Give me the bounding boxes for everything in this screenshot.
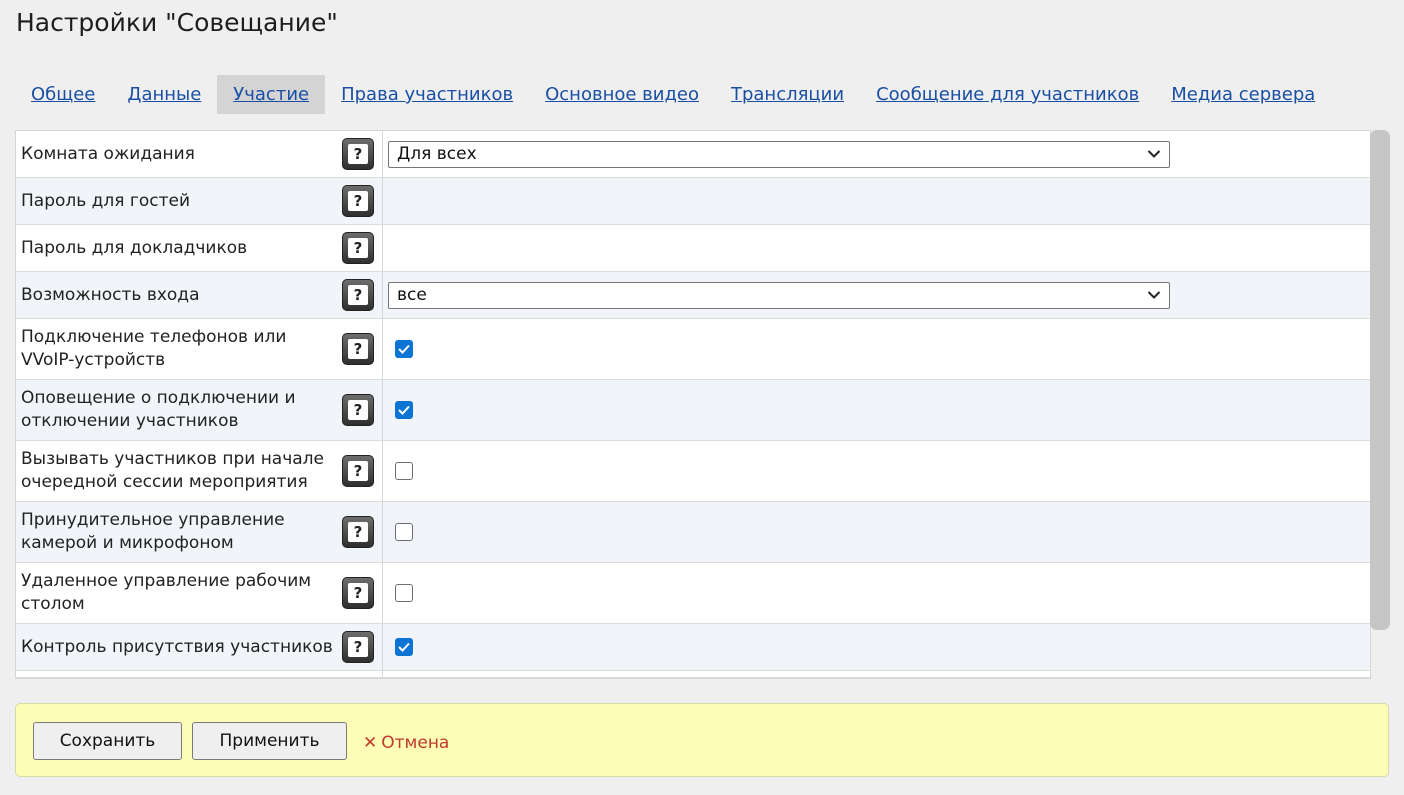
tab-bar: Общее Данные Участие Права участников Ос… <box>15 75 1331 114</box>
setting-row: Удаленное управление рабочим столом? <box>16 563 1370 624</box>
tab-media-servers[interactable]: Медиа сервера <box>1155 75 1331 114</box>
help-cell: ? <box>334 441 383 501</box>
setting-label: Возможность входа <box>21 284 200 305</box>
question-help-icon[interactable]: ? <box>342 455 374 487</box>
help-cell: ? <box>334 272 383 318</box>
setting-checkbox[interactable] <box>395 340 413 358</box>
tab-broadcasts[interactable]: Трансляции <box>715 75 860 114</box>
setting-label: Контроль присутствия участников <box>21 636 333 657</box>
setting-checkbox[interactable] <box>395 584 413 602</box>
setting-value <box>383 502 1370 562</box>
question-help-icon[interactable]: ? <box>342 185 374 217</box>
setting-value <box>383 178 1370 224</box>
setting-value <box>383 380 1370 440</box>
setting-checkbox[interactable] <box>395 638 413 656</box>
help-cell: ? <box>334 380 383 440</box>
question-help-icon[interactable]: ? <box>342 232 374 264</box>
tab-data[interactable]: Данные <box>111 75 217 114</box>
help-cell: ? <box>334 319 383 379</box>
setting-label: Удаленное управление рабочим столом <box>21 571 312 614</box>
setting-value <box>383 624 1370 670</box>
check-icon <box>398 642 410 652</box>
setting-value: Для всех <box>383 131 1370 177</box>
help-cell: ? <box>334 131 383 177</box>
setting-row: Комната ожидания? Для всех <box>16 131 1370 178</box>
check-icon <box>398 344 410 354</box>
page-title: Настройки "Совещание" <box>16 8 338 37</box>
scrollbar-thumb[interactable] <box>1370 130 1390 630</box>
select-value: Для всех <box>397 144 477 164</box>
setting-row: Контроль присутствия участников? <box>16 624 1370 671</box>
setting-value <box>383 225 1370 271</box>
save-button[interactable]: Сохранить <box>33 722 182 760</box>
cancel-label: Отмена <box>381 733 450 753</box>
help-cell: ? <box>334 624 383 670</box>
chevron-down-icon <box>1147 150 1161 158</box>
setting-label: Пароль для гостей <box>21 190 191 211</box>
setting-label: Подключение телефонов или VVoIP-устройст… <box>21 327 287 370</box>
question-help-icon[interactable]: ? <box>342 279 374 311</box>
setting-label: Вызывать участников при начале очередной… <box>21 449 325 492</box>
question-help-icon[interactable]: ? <box>342 631 374 663</box>
help-cell: ? <box>334 225 383 271</box>
setting-row: Подключение телефонов или VVoIP-устройст… <box>16 319 1370 380</box>
settings-table: Комната ожидания? Для всех Пароль для гост… <box>16 131 1370 678</box>
question-help-icon[interactable]: ? <box>342 516 374 548</box>
setting-select[interactable]: Для всех <box>388 140 1170 168</box>
apply-button[interactable]: Применить <box>192 722 347 760</box>
setting-select[interactable]: все <box>388 281 1170 309</box>
question-help-icon[interactable]: ? <box>342 138 374 170</box>
question-help-icon[interactable]: ? <box>342 577 374 609</box>
setting-row: Пароль для гостей? <box>16 178 1370 225</box>
setting-checkbox[interactable] <box>395 462 413 480</box>
tab-general[interactable]: Общее <box>15 75 111 114</box>
question-help-icon[interactable]: ? <box>342 333 374 365</box>
setting-label: Комната ожидания <box>21 143 195 164</box>
settings-panel: Комната ожидания? Для всех Пароль для гост… <box>15 130 1371 679</box>
setting-value <box>383 319 1370 379</box>
setting-checkbox[interactable] <box>395 401 413 419</box>
select-value: все <box>397 285 427 305</box>
check-icon <box>398 405 410 415</box>
help-cell: ? <box>334 178 383 224</box>
help-cell <box>334 671 383 677</box>
setting-row: Возможность входа? все <box>16 272 1370 319</box>
tab-participant-message[interactable]: Сообщение для участников <box>860 75 1155 114</box>
setting-row: Вызывать участников при начале очередной… <box>16 441 1370 502</box>
setting-value <box>383 441 1370 501</box>
question-help-icon[interactable]: ? <box>342 394 374 426</box>
setting-label: Принудительное управление камерой и микр… <box>21 510 285 553</box>
setting-row-partial <box>16 671 1370 678</box>
setting-label: Пароль для докладчиков <box>21 237 248 258</box>
setting-row: Принудительное управление камерой и микр… <box>16 502 1370 563</box>
help-cell: ? <box>334 502 383 562</box>
setting-value <box>383 563 1370 623</box>
tab-participant-rights[interactable]: Права участников <box>325 75 529 114</box>
help-cell: ? <box>334 563 383 623</box>
chevron-down-icon <box>1147 291 1161 299</box>
tab-main-video[interactable]: Основное видео <box>529 75 715 114</box>
setting-value: все <box>383 272 1370 318</box>
tab-participation[interactable]: Участие <box>217 75 326 114</box>
close-icon: ✕ <box>363 733 378 753</box>
setting-row: Оповещение о подключении и отключении уч… <box>16 380 1370 441</box>
action-bar: Сохранить Применить ✕ Отмена <box>15 703 1389 777</box>
setting-checkbox[interactable] <box>395 523 413 541</box>
setting-label: Оповещение о подключении и отключении уч… <box>21 388 296 431</box>
cancel-link[interactable]: ✕ Отмена <box>363 733 449 753</box>
scrollbar[interactable] <box>1370 130 1390 630</box>
setting-row: Пароль для докладчиков? <box>16 225 1370 272</box>
setting-label <box>16 671 334 677</box>
